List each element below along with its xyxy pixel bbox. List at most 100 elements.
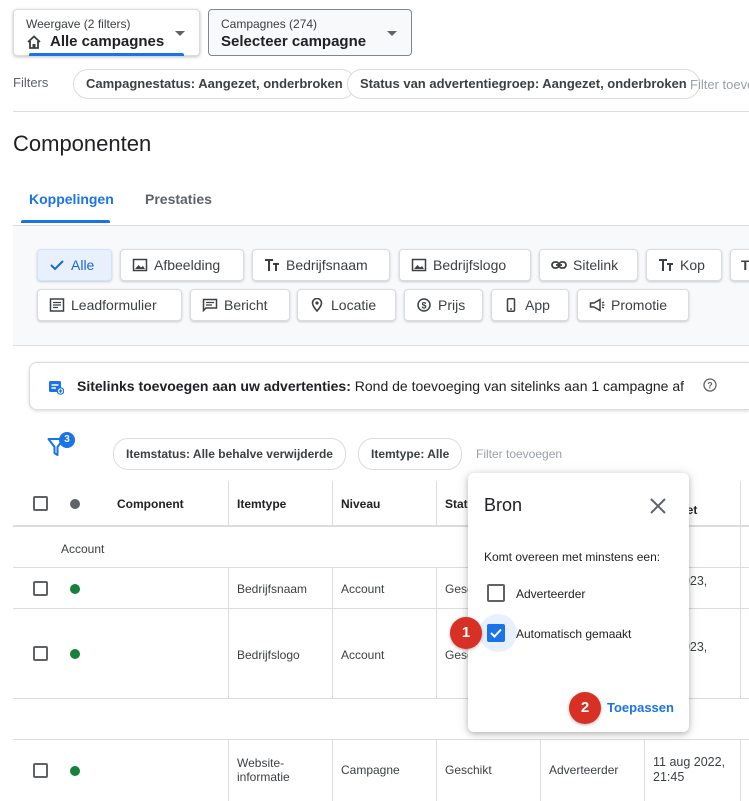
column-divider [332,568,333,699]
group-label: Account [61,542,105,556]
price-icon: $ [417,298,431,312]
column-divider [332,740,333,801]
filter-chip-itemstatus[interactable]: Itemstatus: Alle behalve verwijderde [113,438,346,470]
column-divider [740,481,741,699]
sitelink-add-icon [49,381,64,395]
checkbox-adverteerder[interactable] [487,584,505,602]
table-row[interactable]: Website-informatie Campagne Geschikt Adv… [13,740,749,801]
cell-date: 11 aug 2022, 21:45 [653,755,726,784]
type-chip-bedrijfslogo[interactable]: Bedrijfslogo [399,249,531,281]
filter-chip-itemtype[interactable]: Itemtype: Alle [358,438,463,470]
type-chip-label: Leadformulier [71,297,157,313]
popup-title: Bron [484,495,523,515]
column-divider [436,740,437,801]
banner-message: Rond de toevoeging van sitelinks aan 1 c… [350,378,684,394]
svg-text:$: $ [421,301,426,311]
type-chip-label: Afbeelding [154,257,221,273]
status-dot [70,584,80,594]
apply-button[interactable]: Toepassen [607,700,674,715]
campaign-selector[interactable]: Campagnes (274) Selecteer campagne [208,9,412,56]
type-chip-locatie[interactable]: Locatie [297,289,396,321]
cell-niveau: Account [341,582,385,596]
type-chip-label: Prijs [438,297,466,313]
cell-itemtype: Bedrijfsnaam [237,582,308,596]
select-all-checkbox[interactable] [33,496,48,511]
type-chip-label: Kop [680,257,705,273]
type-chip-label: Bericht [224,297,268,313]
image-icon [411,258,427,272]
check-icon [490,628,502,638]
type-chip-afbeelding[interactable]: Afbeelding [120,249,244,281]
cell-itemtype: Website-informatie [237,756,290,784]
banner-title: Sitelinks toevoegen aan uw advertenties: [77,378,351,394]
add-filter-input[interactable]: Filter toevoe [690,77,749,92]
header-niveau[interactable]: Niveau [341,497,380,511]
header-itemtype[interactable]: Itemtype [237,497,286,511]
svg-text:?: ? [707,381,713,391]
type-chip-leadformulier[interactable]: Leadformulier [37,289,182,321]
status-column-icon [70,499,80,509]
type-chip-label: Bedrijfsnaam [286,257,368,273]
checkbox-automatisch-gemaakt[interactable] [487,624,505,642]
cell-niveau: Campagne [341,763,400,777]
cell-source: Adverteerder [549,763,619,777]
type-chip-alle[interactable]: Alle [37,249,112,281]
row-checkbox[interactable] [33,581,48,596]
column-divider [436,481,437,527]
option-label[interactable]: Adverteerder [516,587,585,601]
tab-koppelingen[interactable]: Koppelingen [29,191,114,207]
column-divider [740,740,741,801]
link-icon [551,261,567,269]
active-indicator [29,53,184,56]
column-divider [332,481,333,527]
type-chip-promotie[interactable]: Promotie [577,289,689,321]
type-chip-prijs[interactable]: $ Prijs [404,289,483,321]
banner-text: Sitelinks toevoegen aan uw advertenties:… [77,378,684,394]
type-chip-label: Bedrijfslogo [433,257,507,273]
header-component[interactable]: Component [117,497,184,511]
sitelinks-banner[interactable]: Sitelinks toevoegen aan uw advertenties:… [29,362,749,410]
type-chip-bericht[interactable]: Bericht [190,289,290,321]
column-divider [436,568,437,699]
chevron-down-icon [175,31,185,36]
row-checkbox[interactable] [33,646,48,661]
cell-niveau: Account [341,648,385,662]
filters-bar: Filters Campagnestatus: Aangezet, onderb… [0,69,749,99]
add-table-filter-input[interactable]: Filter toevoegen [476,447,562,461]
image-icon [132,258,148,272]
type-chip-label: Promotie [611,297,668,313]
divider [13,111,749,112]
view-selector[interactable]: Weergave (2 filters) Alle campagnes [13,9,200,56]
text-format-icon [659,259,673,271]
close-icon[interactable] [648,496,668,516]
status-dot [70,649,80,659]
type-chip-label: Alle [71,257,95,273]
type-chip-more[interactable]: T [730,249,749,281]
filter-chip-campaign-status[interactable]: Campagnestatus: Aangezet, onderbroken [73,69,356,99]
tab-active-indicator [21,220,110,223]
type-chip-label: Sitelink [573,257,619,273]
type-chip-app[interactable]: App [491,289,569,321]
type-chip-label: Locatie [331,297,377,313]
chevron-down-icon [387,31,397,36]
column-divider [228,481,229,527]
step-marker-2: 2 [569,692,601,724]
message-icon [202,298,218,312]
filter-chip-adgroup-status[interactable]: Status van advertentiegroep: Aangezet, o… [347,69,700,99]
help-icon[interactable]: ? [703,378,717,392]
option-label[interactable]: Automatisch gemaakt [516,627,631,641]
type-chip-kop[interactable]: Kop [646,249,722,281]
form-icon [49,298,65,312]
column-divider [540,740,541,801]
column-divider [228,568,229,699]
location-pin-icon [311,298,323,312]
row-checkbox[interactable] [33,763,48,778]
type-chip-bedrijfsnaam[interactable]: Bedrijfsnaam [252,249,390,281]
type-chip-label: T [741,257,749,273]
column-divider [228,740,229,801]
tab-prestaties[interactable]: Prestaties [145,191,212,207]
type-chip-sitelink[interactable]: Sitelink [539,249,638,281]
check-icon [50,260,64,271]
step-marker-1: 1 [450,617,482,649]
type-filter-panel [13,225,749,346]
